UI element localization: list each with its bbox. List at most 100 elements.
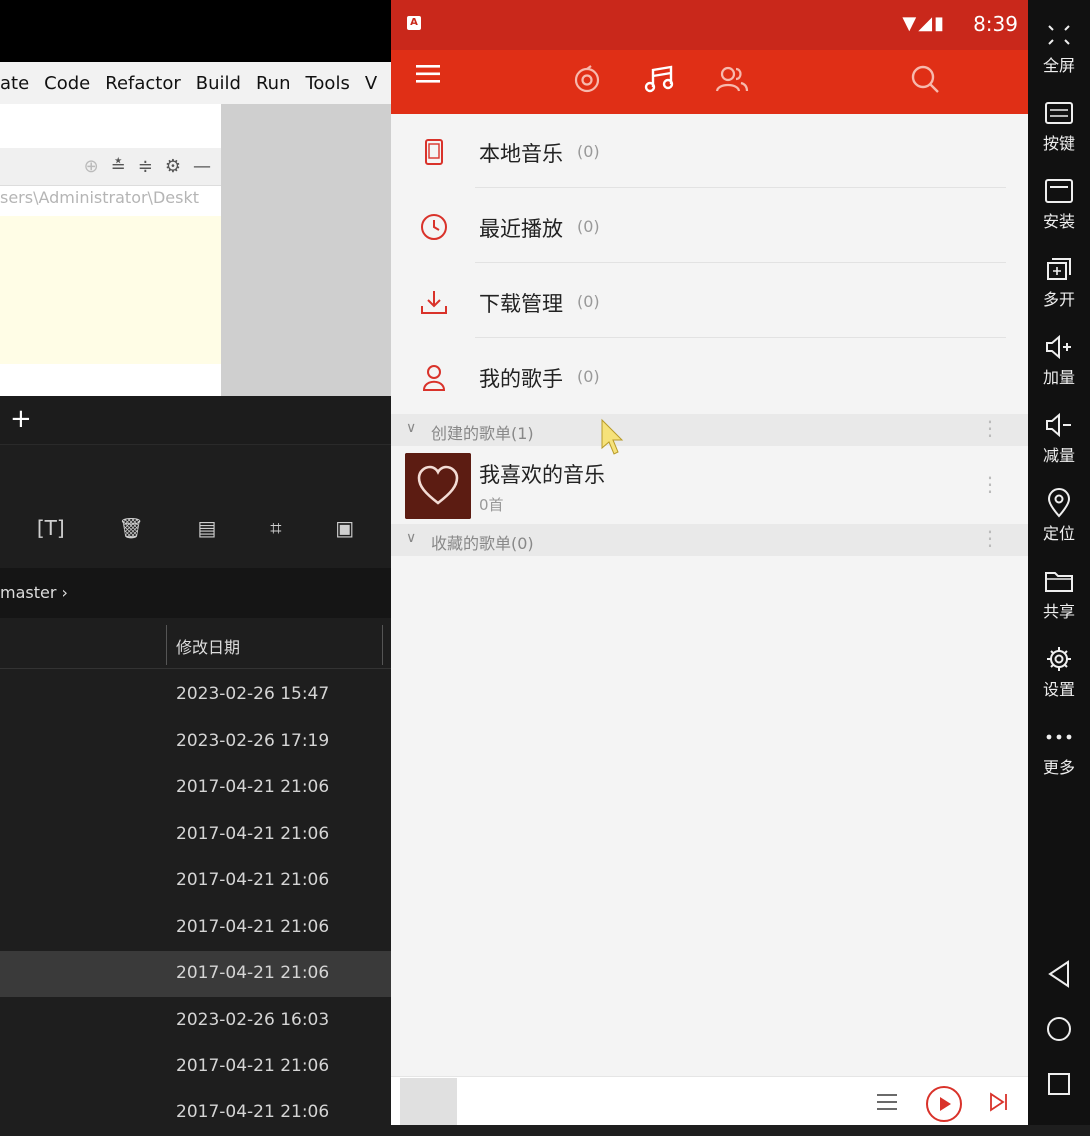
menu-item-vcs[interactable]: V (365, 73, 377, 94)
menu-item-navigate[interactable]: ate (0, 73, 29, 94)
collected-playlists-header[interactable]: ∨ 收藏的歌单(0) ⋮ (391, 524, 1028, 556)
ide-panel-toolbar: ⊕ ≛ ≑ ⚙ — (0, 148, 221, 186)
divider (475, 187, 1006, 188)
emu-label: 全屏 (1042, 56, 1075, 75)
emu-label: 定位 (1042, 524, 1075, 543)
more-button[interactable]: 更多 (1028, 722, 1090, 778)
column-divider[interactable] (166, 625, 167, 665)
table-row[interactable]: 2017-04-21 21:06 (0, 812, 391, 858)
play-icon[interactable] (925, 1085, 963, 1123)
date-cell: 2017-04-21 21:06 (176, 777, 330, 797)
minimize-icon[interactable]: — (193, 156, 211, 177)
status-clock: 8:39 (973, 12, 1018, 36)
discover-tab-icon[interactable] (571, 63, 603, 95)
more-options-icon[interactable]: ⋮ (980, 472, 1000, 496)
row-label: 我的歌手 (479, 367, 563, 391)
menu-item-run[interactable]: Run (256, 73, 291, 94)
date-cell: 2017-04-21 21:06 (176, 917, 330, 937)
volume-up-icon (1046, 334, 1071, 360)
emu-label: 按键 (1042, 134, 1075, 153)
more-options-icon[interactable]: ⋮ (980, 416, 1000, 440)
volume-down-button[interactable]: 减量 (1028, 410, 1090, 466)
ide-path-text: sers\Administrator\Deskt (0, 188, 199, 207)
menu-item-refactor[interactable]: Refactor (105, 73, 181, 94)
menu-item-code[interactable]: Code (44, 73, 90, 94)
breadcrumb[interactable]: master › (0, 568, 391, 618)
row-count: (0) (577, 292, 600, 311)
expand-all-icon[interactable]: ≛ (111, 156, 126, 177)
notification-app-icon: A (407, 16, 421, 30)
gear-icon[interactable]: ⚙ (165, 156, 181, 177)
apk-icon (1045, 179, 1073, 203)
table-row[interactable]: 2023-02-26 15:47 (0, 672, 391, 718)
table-row[interactable]: 2017-04-21 21:06 (0, 765, 391, 811)
table-row[interactable]: 2017-04-21 21:06 (0, 905, 391, 951)
date-cell: 2017-04-21 21:06 (176, 1102, 330, 1122)
delete-icon[interactable]: 🗑 (118, 516, 143, 540)
search-icon[interactable] (909, 63, 941, 95)
divider (475, 262, 1006, 263)
table-row[interactable]: 2017-04-21 21:06 (0, 1044, 391, 1090)
friends-tab-icon[interactable] (715, 63, 749, 95)
multi-instance-button[interactable]: 多开 (1028, 254, 1090, 310)
emu-label: 加量 (1042, 368, 1075, 387)
table-row[interactable]: 2017-04-21 21:06 (0, 858, 391, 904)
table-row-selected[interactable]: 2017-04-21 21:06 (0, 951, 391, 997)
hamburger-menu-icon[interactable] (415, 61, 441, 87)
menu-item-build[interactable]: Build (196, 73, 241, 94)
collapse-all-icon[interactable]: ≑ (138, 156, 153, 177)
row-label: 本地音乐 (479, 142, 563, 166)
install-apk-button[interactable]: 安装 (1028, 176, 1090, 232)
keymap-button[interactable]: 按键 (1028, 98, 1090, 154)
menu-item-tools[interactable]: Tools (305, 73, 349, 94)
row-label: 下载管理 (479, 292, 563, 316)
ide-editor-area[interactable] (0, 216, 221, 364)
crop-icon[interactable]: ⌗ (270, 516, 281, 540)
singer-icon (422, 365, 446, 391)
table-row[interactable]: 2017-04-21 21:06 (0, 1090, 391, 1136)
next-track-icon[interactable] (987, 1090, 1011, 1114)
settings-button[interactable]: 设置 (1028, 644, 1090, 700)
emu-label: 共享 (1042, 602, 1075, 621)
location-button[interactable]: 定位 (1028, 488, 1090, 544)
download-manager-row[interactable]: 下载管理 (0) (391, 264, 1028, 338)
fullscreen-button[interactable]: 全屏 (1028, 20, 1090, 76)
emu-label: 设置 (1042, 680, 1075, 699)
rename-icon[interactable]: [T] (37, 516, 65, 540)
share-folder-button[interactable]: 共享 (1028, 566, 1090, 622)
new-item-icon[interactable]: ▤ (198, 516, 217, 540)
column-divider[interactable] (382, 625, 383, 665)
more-options-icon[interactable]: ⋮ (980, 526, 1000, 550)
table-row[interactable]: 2023-02-26 16:03 (0, 998, 391, 1044)
my-singers-row[interactable]: 我的歌手 (0) (391, 339, 1028, 413)
more-dots-icon (1046, 734, 1072, 740)
row-label: 最近播放 (479, 217, 563, 241)
column-header-modified-date[interactable]: 修改日期 (176, 634, 240, 658)
target-icon[interactable]: ⊕ (84, 156, 99, 177)
date-cell: 2017-04-21 21:06 (176, 824, 330, 844)
album-thumbnail[interactable] (400, 1078, 457, 1125)
playlist-queue-icon[interactable] (875, 1090, 899, 1114)
gear-icon (1047, 647, 1071, 671)
download-icon (421, 291, 447, 314)
status-bar: A ▼◢▮ 8:39 (391, 0, 1028, 50)
back-nav-icon[interactable] (1044, 958, 1074, 990)
created-playlists-header[interactable]: ∨ 创建的歌单(1) ⋮ (391, 414, 1028, 446)
music-tab-icon[interactable] (643, 63, 677, 95)
recents-nav-icon[interactable] (1044, 1068, 1074, 1100)
recent-play-row[interactable]: 最近播放 (0) (391, 189, 1028, 263)
add-tab-button[interactable]: + (10, 404, 32, 434)
location-pin-icon (1047, 488, 1071, 518)
save-icon[interactable]: ▣ (335, 516, 354, 540)
row-count: (0) (577, 217, 600, 236)
ide-title-area (0, 0, 391, 62)
row-count: (0) (577, 367, 600, 386)
chevron-down-icon: ∨ (406, 420, 417, 436)
date-cell: 2017-04-21 21:06 (176, 1056, 330, 1076)
home-nav-icon[interactable] (1044, 1013, 1074, 1045)
explorer-toolbar: [T] 🗑 ▤ ⌗ ▣ (0, 500, 391, 556)
volume-up-button[interactable]: 加量 (1028, 332, 1090, 388)
local-music-row[interactable]: 本地音乐 (0) (391, 114, 1028, 188)
table-row[interactable]: 2023-02-26 17:19 (0, 719, 391, 765)
phone-screen: A ▼◢▮ 8:39 本地音乐 (0) 最近播放 (0) 下载管理 (0) 我的… (391, 0, 1028, 1125)
